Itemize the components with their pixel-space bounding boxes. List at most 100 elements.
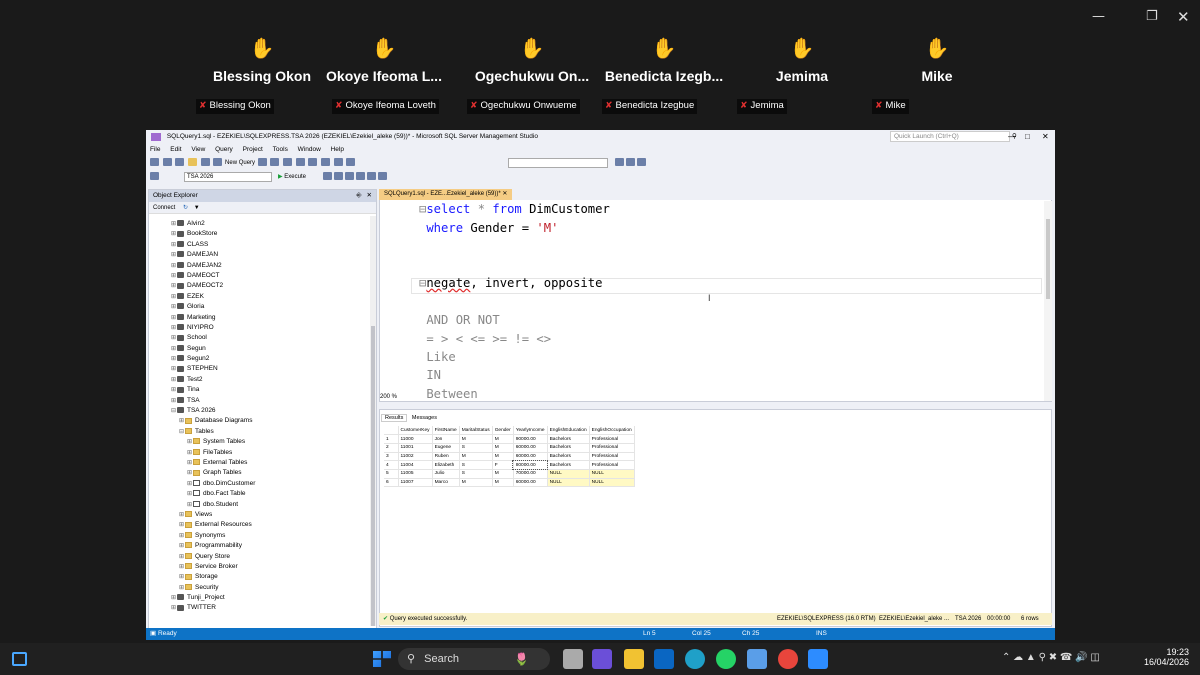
table-cell[interactable]: S bbox=[459, 460, 493, 470]
tree-item[interactable]: ⊞ DAMEJAN2 bbox=[149, 261, 376, 271]
tree-item[interactable]: ⊞ Tina bbox=[149, 385, 376, 395]
table-row[interactable]: 4 11004 Elizabeth S F 80000.00 Bachelors Profes… bbox=[384, 459, 635, 471]
edge-icon[interactable] bbox=[685, 649, 705, 669]
query-icon[interactable] bbox=[257, 158, 267, 167]
tree-item[interactable]: ⊞ Programmability bbox=[149, 541, 376, 551]
results-tab[interactable]: Results bbox=[381, 414, 408, 422]
table-cell[interactable]: 11004 bbox=[398, 460, 433, 470]
table-cell[interactable]: M bbox=[492, 452, 514, 462]
table-cell[interactable]: M bbox=[492, 478, 514, 488]
table-cell[interactable]: Bachelors bbox=[547, 434, 590, 444]
table-cell[interactable]: 70000.00 bbox=[513, 469, 548, 479]
close-icon[interactable]: ✕ bbox=[1177, 8, 1190, 26]
tree-item[interactable]: ⊟ Tables bbox=[149, 427, 376, 437]
table-cell[interactable]: M bbox=[459, 434, 493, 444]
table-cell[interactable]: 11000 bbox=[398, 434, 433, 444]
query-icon[interactable] bbox=[270, 158, 280, 167]
table-cell[interactable]: M bbox=[459, 452, 493, 462]
table-cell[interactable]: M bbox=[492, 469, 514, 479]
tree-item[interactable]: ⊞ Security bbox=[149, 583, 376, 593]
code-area[interactable] bbox=[413, 215, 1051, 401]
table-row[interactable]: 1 11000 Jon M M 90000.00 Bachelors Professional bbox=[384, 434, 635, 444]
tree-item[interactable]: ⊞ Segun bbox=[149, 344, 376, 354]
zoom-app-icon[interactable] bbox=[12, 652, 27, 666]
tree-item[interactable]: ⊞ DAMEJAN bbox=[149, 250, 376, 260]
connect-icon[interactable] bbox=[150, 172, 159, 181]
table-row[interactable]: 5 11005 Julio S M 70000.00 NULL NULL bbox=[384, 469, 635, 479]
table-cell[interactable]: Professional bbox=[589, 434, 635, 444]
plan-icon[interactable] bbox=[345, 172, 354, 181]
participant-tile[interactable]: ✋ Okoye Ifeoma L... bbox=[320, 36, 448, 84]
table-cell[interactable]: Professional bbox=[589, 443, 635, 453]
tree-item[interactable]: ⊞ Storage bbox=[149, 572, 376, 582]
tree-item[interactable]: ⊞ Views bbox=[149, 510, 376, 520]
tree-item[interactable]: ⊞ EZEK bbox=[149, 292, 376, 302]
table-cell[interactable]: Bachelors bbox=[547, 443, 590, 453]
tree-item[interactable]: ⊞ School bbox=[149, 333, 376, 343]
teams-chat-icon[interactable] bbox=[592, 649, 612, 669]
settings-icon[interactable] bbox=[637, 158, 646, 167]
tree-item[interactable]: ⊞ dbo.DimCustomer bbox=[149, 479, 376, 489]
table-cell[interactable]: NULL bbox=[589, 478, 635, 488]
menu-help[interactable]: Help bbox=[331, 146, 344, 153]
table-cell[interactable]: 60000.00 bbox=[513, 452, 548, 462]
participant-tile[interactable]: ✋ Jemima bbox=[738, 36, 866, 84]
tree-item[interactable]: ⊞ External Tables bbox=[149, 458, 376, 468]
stop-icon[interactable] bbox=[323, 172, 332, 181]
back-icon[interactable] bbox=[150, 158, 159, 167]
tree-item[interactable]: ⊞ DAMEOCT2 bbox=[149, 281, 376, 291]
tree-item[interactable]: ⊞ dbo.Student bbox=[149, 500, 376, 510]
zoom-level[interactable]: 200 % bbox=[380, 392, 420, 402]
pin-icon[interactable]: ⎆ bbox=[356, 190, 361, 202]
paste-icon[interactable] bbox=[321, 158, 331, 167]
table-cell[interactable]: NULL bbox=[547, 469, 590, 479]
query-icon[interactable] bbox=[283, 158, 293, 167]
table-cell[interactable]: M bbox=[492, 434, 514, 444]
messages-tab[interactable]: Messages bbox=[409, 415, 440, 421]
tree-item[interactable]: ⊞ dbo.Fact Table bbox=[149, 489, 376, 499]
file-explorer-icon[interactable] bbox=[624, 649, 644, 669]
table-cell[interactable]: 11005 bbox=[398, 469, 433, 479]
tree-item[interactable]: ⊞ Graph Tables bbox=[149, 468, 376, 478]
copy-icon[interactable] bbox=[308, 158, 318, 167]
tree-item[interactable]: ⊞ Database Diagrams bbox=[149, 416, 376, 426]
ssms-minimize-icon[interactable]: — bbox=[1008, 130, 1016, 144]
connect-button[interactable]: Connect bbox=[153, 205, 175, 211]
menu-view[interactable]: View bbox=[191, 146, 205, 153]
table-cell[interactable]: Julio bbox=[432, 469, 460, 479]
participant-tile[interactable]: ✋ Benedicta Izegb... bbox=[600, 36, 728, 84]
table-cell[interactable]: Jon bbox=[432, 434, 460, 444]
table-cell[interactable]: 60000.00 bbox=[513, 478, 548, 488]
comment-icon[interactable] bbox=[367, 172, 376, 181]
clock[interactable]: 19:23 16/04/2026 bbox=[1143, 647, 1189, 667]
tree-item[interactable]: ⊞ TSA bbox=[149, 396, 376, 406]
column-header[interactable]: EnglishEducation bbox=[547, 426, 590, 436]
column-header[interactable]: Gender bbox=[492, 426, 514, 436]
table-cell[interactable]: Professional bbox=[589, 460, 635, 470]
redo-icon[interactable] bbox=[346, 158, 356, 167]
table-cell[interactable]: NULL bbox=[547, 478, 590, 488]
tree-item[interactable]: ⊞ Segun2 bbox=[149, 354, 376, 364]
table-row[interactable]: 6 11007 Marco M M 60000.00 NULL NULL bbox=[384, 478, 635, 488]
store-icon[interactable] bbox=[747, 649, 767, 669]
system-tray-icons[interactable]: ⌃ ☁ ▲ ⚲ ✖ ☎ 🔊 ◫ bbox=[1002, 652, 1100, 663]
table-cell[interactable]: S bbox=[459, 469, 493, 479]
table-cell[interactable]: Eugene bbox=[432, 443, 460, 453]
filter-icon[interactable]: ▼ bbox=[194, 205, 200, 211]
tree-item[interactable]: ⊞ STEPHEN bbox=[149, 364, 376, 374]
column-header[interactable]: EnglishOccupation bbox=[589, 426, 635, 436]
undo-icon[interactable] bbox=[333, 158, 343, 167]
tree-item[interactable]: ⊞ Service Broker bbox=[149, 562, 376, 572]
tree-item[interactable]: ⊞ Gloria bbox=[149, 302, 376, 312]
table-cell[interactable]: 11002 bbox=[398, 452, 433, 462]
table-cell[interactable]: 90000.00 bbox=[513, 434, 548, 444]
tree-item[interactable]: ⊞ CLASS bbox=[149, 240, 376, 250]
task-view-icon[interactable] bbox=[563, 649, 583, 669]
close-icon[interactable]: ✕ bbox=[367, 190, 372, 202]
tree-item[interactable]: ⊞ Tunji_Project bbox=[149, 593, 376, 603]
editor-scrollbar[interactable] bbox=[1044, 201, 1052, 401]
menu-project[interactable]: Project bbox=[243, 146, 263, 153]
zoom-meeting-icon[interactable] bbox=[808, 649, 828, 669]
menu-window[interactable]: Window bbox=[298, 146, 321, 153]
column-header[interactable]: MaritalStatus bbox=[459, 426, 493, 436]
